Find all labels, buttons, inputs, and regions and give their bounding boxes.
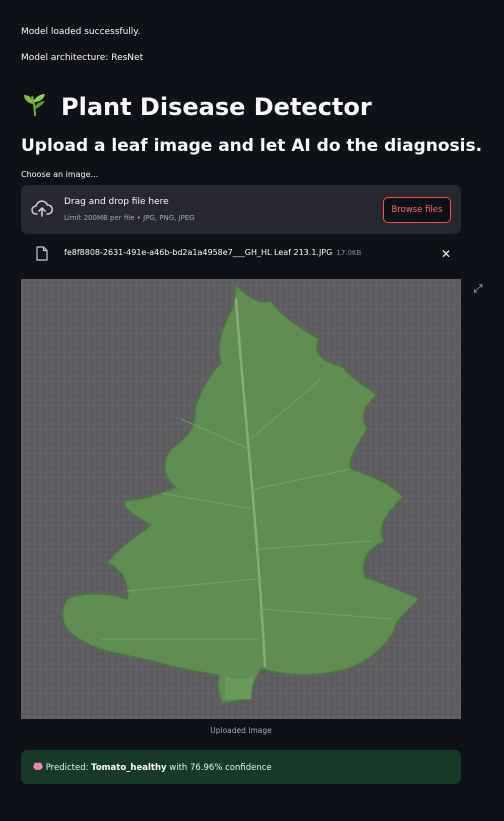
fullscreen-icon[interactable]: ⤢ — [467, 278, 489, 300]
prediction-text: Predicted: Tomato_healthy with 76.96% co… — [33, 762, 272, 773]
file-size: 17.0KB — [336, 249, 362, 257]
file-icon — [36, 246, 48, 265]
image-caption: Uploaded Image — [210, 726, 272, 735]
uploaded-file-row: fe8f8808-2631-491e-a46b-bd2a1a4958e7___G… — [21, 243, 461, 265]
prediction-label: Tomato_healthy — [91, 763, 167, 773]
title-text: Plant Disease Detector — [61, 93, 372, 121]
file-name-text: fe8f8808-2631-491e-a46b-bd2a1a4958e7___G… — [64, 248, 333, 257]
remove-file-icon[interactable]: ✕ — [441, 247, 451, 261]
page-subtitle: Upload a leaf image and let AI do the di… — [21, 136, 483, 156]
browse-files-button[interactable]: Browse files — [383, 197, 451, 223]
dropzone-title: Drag and drop file here — [64, 197, 169, 207]
dropzone-limits: Limit 200MB per file • JPG, PNG, JPEG — [64, 214, 195, 222]
uploaded-image — [21, 279, 461, 719]
prediction-prefix: Predicted: — [45, 763, 92, 773]
model-loaded-message: Model loaded successfully. — [21, 27, 141, 37]
prediction-confidence: with 76.96% confidence — [166, 763, 272, 773]
upload-label: Choose an image... — [21, 170, 99, 179]
model-architecture-message: Model architecture: ResNet — [21, 53, 144, 63]
file-name: fe8f8808-2631-491e-a46b-bd2a1a4958e7___G… — [64, 248, 361, 257]
page-title: Plant Disease Detector — [21, 90, 372, 124]
cloud-upload-icon — [31, 199, 54, 223]
seedling-icon — [21, 90, 49, 124]
prediction-alert: Predicted: Tomato_healthy with 76.96% co… — [21, 750, 461, 784]
file-dropzone[interactable]: Drag and drop file here Limit 200MB per … — [21, 185, 461, 234]
brain-icon — [33, 762, 46, 773]
